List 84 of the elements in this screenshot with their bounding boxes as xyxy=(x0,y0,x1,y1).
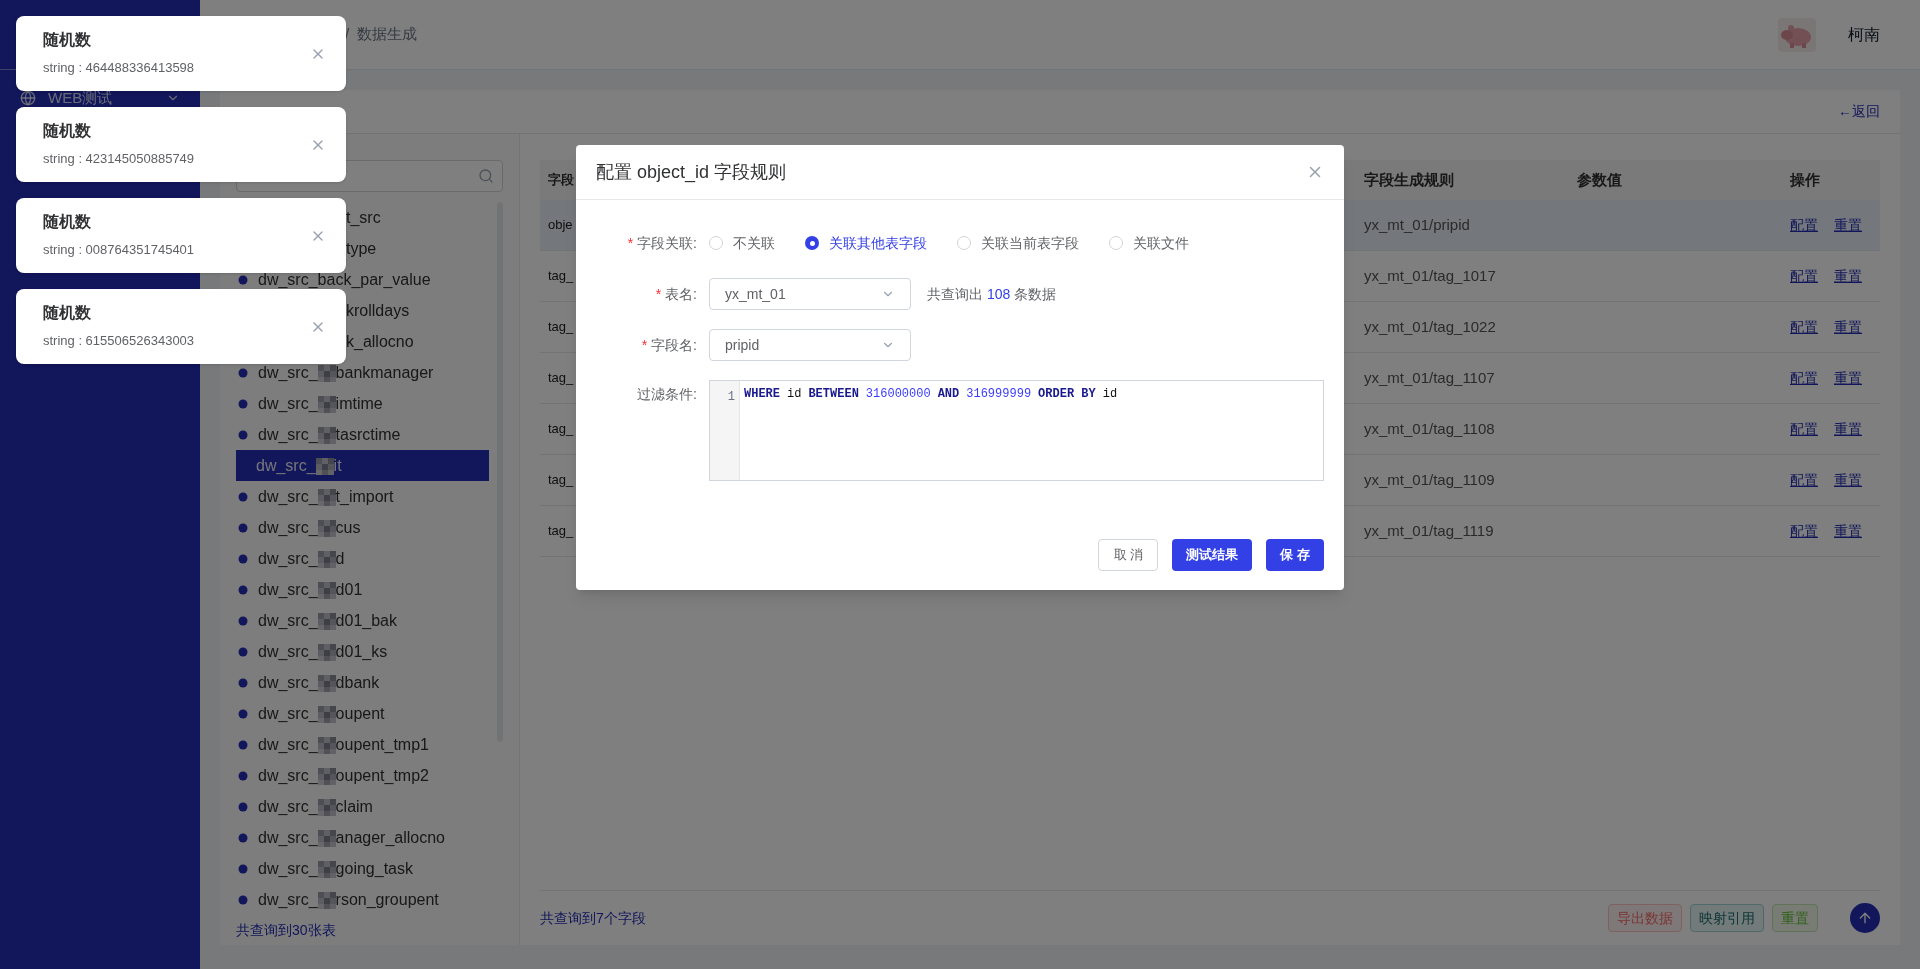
form-label: * 表名: xyxy=(654,284,698,304)
table-cell-text: tag_ xyxy=(548,318,574,337)
field-count: 共查询到7个字段 xyxy=(540,908,647,928)
notification-title: 随机数 xyxy=(43,121,92,141)
table-name: dw_src_ xyxy=(258,703,318,724)
code-token: 316999999 xyxy=(966,386,1032,403)
table-name: t_import xyxy=(335,486,394,507)
table-cell-text: yx_mt_01/pripid xyxy=(1363,214,1471,235)
table-cell-text: yx_mt_01/tag_1108 xyxy=(1363,418,1496,439)
code-token: ORDER BY xyxy=(1038,386,1096,403)
table-cell-text: yx_mt_01/tag_1022 xyxy=(1363,316,1497,337)
table-name: dw_src_ xyxy=(258,486,318,507)
column-header: 参数值 xyxy=(1576,169,1623,190)
table-name: t_src xyxy=(346,207,381,228)
table-name: dw_src_ xyxy=(258,610,318,631)
table-name: rson_groupent xyxy=(335,889,439,910)
code-token: id xyxy=(1102,386,1118,403)
table-cell-text: tag_ xyxy=(548,267,574,286)
table-name: oupent xyxy=(335,703,385,724)
table-name: dw_src_ xyxy=(258,858,318,879)
table-name: dw_src_ xyxy=(258,579,318,600)
notification-message: string : 615506526343003 xyxy=(43,332,196,350)
line-number: 1 xyxy=(727,390,735,404)
table-name: dw_src_ xyxy=(258,424,318,445)
table-cell-text: yx_mt_01/tag_1109 xyxy=(1363,469,1496,490)
table-name: d01_bak xyxy=(335,610,397,631)
column-header: 操作 xyxy=(1789,169,1821,190)
code-token: AND xyxy=(937,386,960,403)
table-count: 共查询到30张表 xyxy=(236,921,337,940)
table-name: dw_src_back_par_value xyxy=(258,269,431,290)
table-name: dw_src_ xyxy=(258,393,318,414)
form-label: * 字段关联: xyxy=(626,233,698,253)
table-name: dw_src_ xyxy=(258,734,318,755)
form-label: * 字段名: xyxy=(640,335,698,355)
table-name: dw_src_ xyxy=(258,672,318,693)
table-name: dw_src_ xyxy=(258,796,318,817)
table-name: dw_src_ xyxy=(258,765,318,786)
table-name: imtime xyxy=(335,393,383,414)
table-name: oupent_tmp2 xyxy=(335,765,429,786)
table-name: dbank xyxy=(335,672,380,693)
table-cell-text: obje xyxy=(548,216,573,235)
table-name: dw_src_ xyxy=(258,362,318,383)
code-token: id xyxy=(787,386,802,403)
table-name: dw_src_ xyxy=(258,889,318,910)
table-name: d xyxy=(335,548,345,569)
table-name: k_allocno xyxy=(346,331,414,352)
code-token: BETWEEN xyxy=(808,386,859,403)
code-token: WHERE xyxy=(744,386,780,403)
notification-title: 随机数 xyxy=(43,303,92,323)
code-token: 316000000 xyxy=(865,386,931,403)
notification-title: 随机数 xyxy=(43,30,92,50)
table-name: dw_src_ xyxy=(256,455,316,476)
table-name: cus xyxy=(335,517,361,538)
table-name: d01 xyxy=(335,579,363,600)
notification-message: string : 464488336413598 xyxy=(43,59,196,77)
table-name: anager_allocno xyxy=(335,827,445,848)
table-name: dw_src_ xyxy=(258,548,318,569)
table-name: dw_src_ xyxy=(258,641,318,662)
notification-message: string : 423145050885749 xyxy=(43,150,196,168)
table-name: it xyxy=(333,455,342,476)
table-cell-text: tag_ xyxy=(548,522,574,541)
query-result-text: 共查询出 108 条数据 xyxy=(927,284,1057,304)
table-name: type xyxy=(346,238,377,259)
table-cell-text: yx_mt_01/tag_1017 xyxy=(1363,265,1497,286)
dialog-title: 配置 object_id 字段规则 xyxy=(596,160,787,185)
column-header: 字段生成规则 xyxy=(1363,169,1455,190)
table-name: going_task xyxy=(335,858,413,879)
table-cell-text: yx_mt_01/tag_1119 xyxy=(1363,520,1495,541)
table-cell-text: tag_ xyxy=(548,420,574,439)
table-name: claim xyxy=(335,796,373,817)
table-cell-text: tag_ xyxy=(548,471,574,490)
table-name: d01_ks xyxy=(335,641,388,662)
table-name: bankmanager xyxy=(335,362,434,383)
table-name: tasrctime xyxy=(335,424,401,445)
column-header: 字段 xyxy=(548,171,574,190)
table-name: dw_src_ xyxy=(258,517,318,538)
form-label: 过滤条件: xyxy=(636,385,698,404)
table-name: oupent_tmp1 xyxy=(335,734,429,755)
notification-message: string : 008764351745401 xyxy=(43,241,196,259)
table-cell-text: tag_ xyxy=(548,369,574,388)
notification-title: 随机数 xyxy=(43,212,92,232)
table-name: dw_src_ xyxy=(258,827,318,848)
table-name: krolldays xyxy=(346,300,410,321)
table-cell-text: yx_mt_01/tag_1107 xyxy=(1363,367,1496,388)
